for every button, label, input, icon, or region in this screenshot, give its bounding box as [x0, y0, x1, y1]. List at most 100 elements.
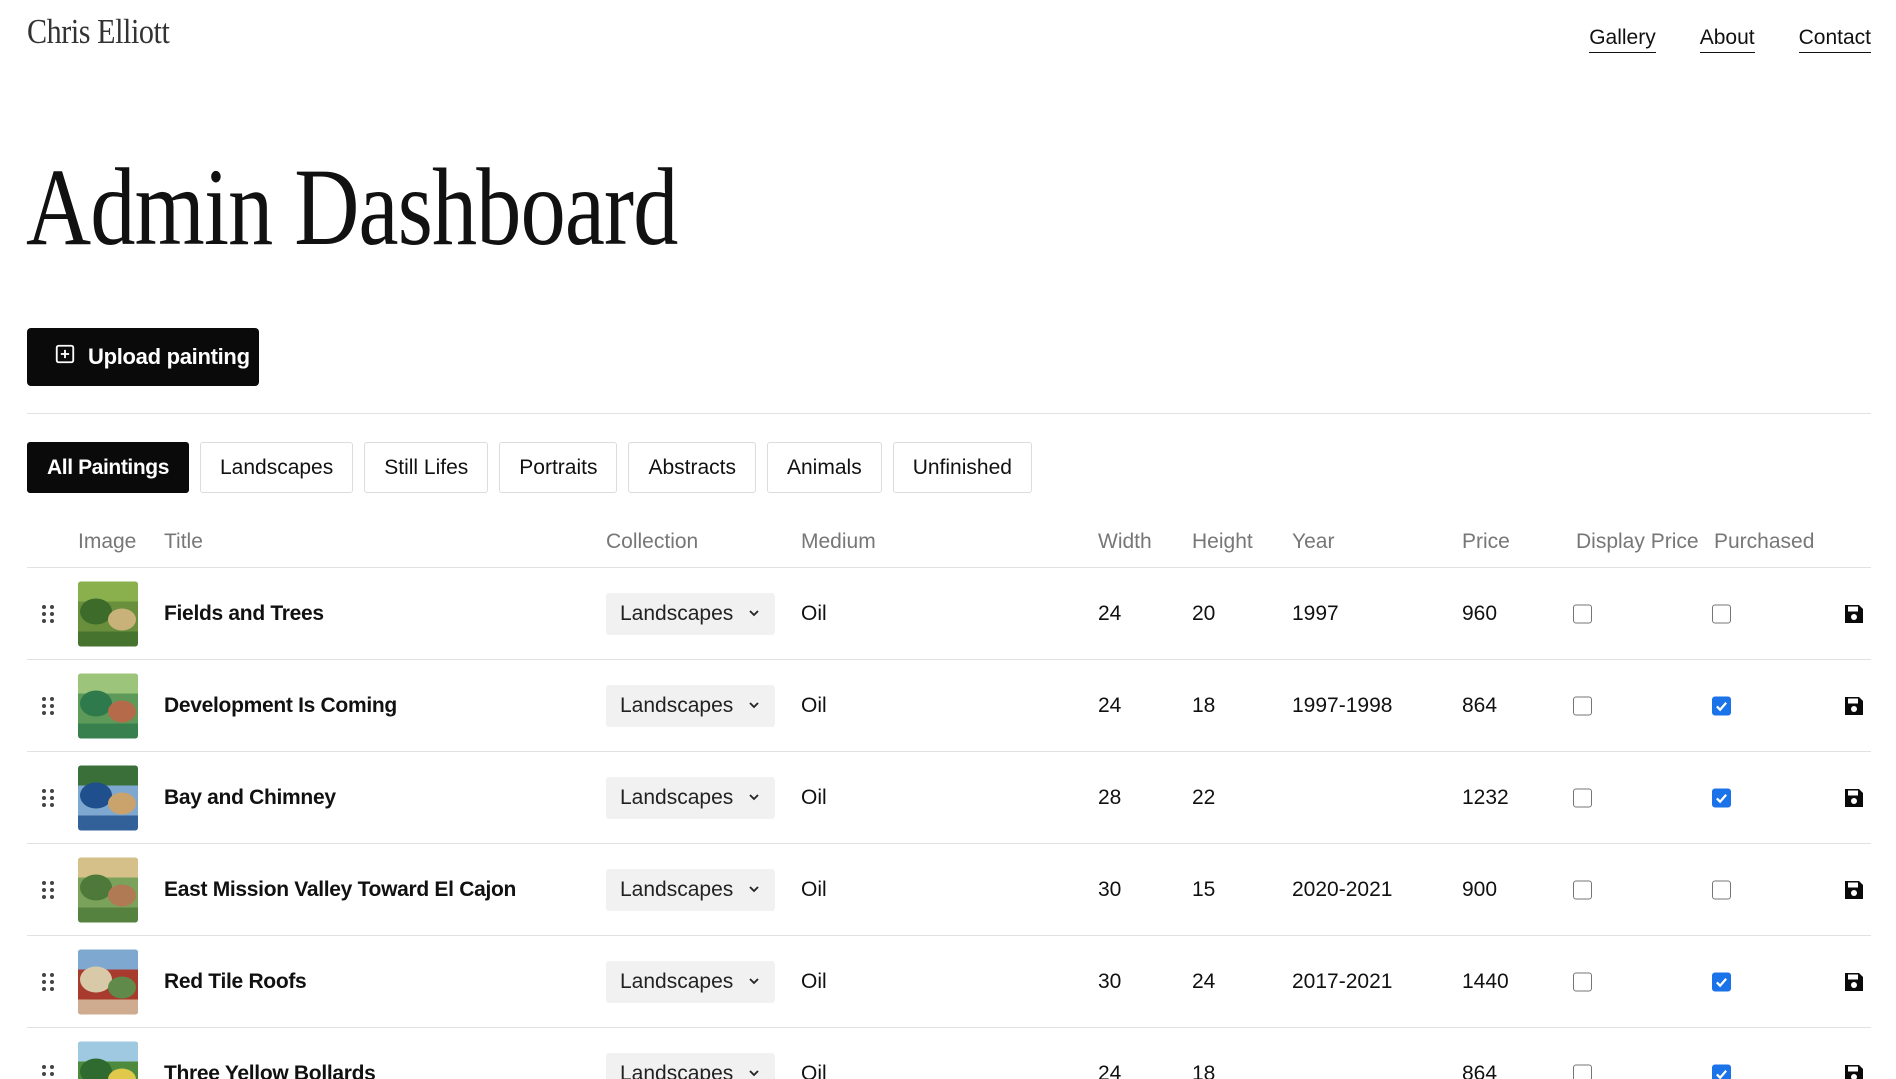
filter-all-paintings[interactable]: All Paintings [27, 442, 189, 493]
column-image[interactable]: Image [78, 530, 136, 554]
filter-abstracts[interactable]: Abstracts [628, 442, 756, 493]
purchased-checkbox[interactable] [1712, 696, 1731, 716]
painting-thumbnail[interactable] [78, 765, 138, 831]
purchased-checkbox[interactable] [1712, 972, 1731, 992]
drag-handle-icon[interactable] [41, 972, 55, 992]
painting-thumbnail[interactable] [78, 857, 138, 923]
save-row-button[interactable] [1843, 971, 1865, 993]
save-row-button[interactable] [1843, 695, 1865, 717]
save-row-button[interactable] [1843, 603, 1865, 625]
drag-handle-icon[interactable] [41, 788, 55, 808]
filter-portraits[interactable]: Portraits [499, 442, 618, 493]
collection-select-value: Landscapes [620, 1062, 734, 1079]
column-year[interactable]: Year [1292, 530, 1334, 554]
painting-width: 24 [1098, 602, 1122, 625]
painting-price: 1232 [1462, 786, 1509, 809]
painting-medium: Oil [801, 602, 827, 625]
painting-thumbnail[interactable] [78, 1041, 138, 1079]
painting-title: Red Tile Roofs [164, 970, 307, 993]
purchased-checkbox[interactable] [1712, 1064, 1731, 1079]
painting-width: 30 [1098, 970, 1122, 993]
column-purchased[interactable]: Purchased [1714, 530, 1814, 554]
collection-select-value: Landscapes [620, 694, 734, 717]
purchased-checkbox[interactable] [1712, 604, 1731, 624]
painting-title: Development Is Coming [164, 694, 397, 717]
chevron-down-icon [747, 786, 761, 810]
painting-medium: Oil [801, 878, 827, 901]
drag-handle-icon[interactable] [41, 604, 55, 624]
painting-year: 1997-1998 [1292, 694, 1393, 717]
column-collection[interactable]: Collection [606, 530, 698, 554]
painting-medium: Oil [801, 694, 827, 717]
filter-still-lifes[interactable]: Still Lifes [364, 442, 489, 493]
drag-handle-icon[interactable] [41, 1064, 55, 1079]
save-row-button[interactable] [1843, 879, 1865, 901]
painting-width: 24 [1098, 694, 1122, 717]
painting-thumbnail[interactable] [78, 581, 138, 647]
nav-contact[interactable]: Contact [1798, 26, 1871, 53]
filter-landscapes[interactable]: Landscapes [199, 442, 354, 493]
purchased-checkbox[interactable] [1712, 788, 1731, 808]
collection-select-value: Landscapes [620, 602, 734, 625]
painting-year: 1997 [1292, 602, 1339, 625]
chevron-down-icon [747, 970, 761, 994]
display-price-checkbox[interactable] [1573, 604, 1592, 624]
table-row: Bay and Chimney Landscapes Oil 28 22 123… [0, 752, 1896, 844]
painting-price: 864 [1462, 1062, 1498, 1079]
filter-animals[interactable]: Animals [767, 442, 882, 493]
display-price-checkbox[interactable] [1573, 880, 1592, 900]
drag-handle-icon[interactable] [41, 880, 55, 900]
column-width[interactable]: Width [1098, 530, 1152, 554]
painting-year: 2020-2021 [1292, 878, 1393, 901]
painting-thumbnail[interactable] [78, 949, 138, 1015]
table-row: East Mission Valley Toward El Cajon Land… [0, 844, 1896, 936]
column-price[interactable]: Price [1462, 530, 1510, 554]
floppy-disk-icon [1845, 1065, 1863, 1079]
column-height[interactable]: Height [1192, 530, 1253, 554]
save-row-button[interactable] [1843, 787, 1865, 809]
admin-page: Chris Elliott Gallery About Contact Admi… [0, 0, 1896, 1079]
site-brand[interactable]: Chris Elliott [27, 12, 170, 52]
painting-thumbnail[interactable] [78, 673, 138, 739]
floppy-disk-icon [1845, 697, 1863, 715]
display-price-checkbox[interactable] [1573, 696, 1592, 716]
collection-select[interactable]: Landscapes [606, 777, 775, 819]
collection-select-value: Landscapes [620, 786, 734, 809]
painting-width: 28 [1098, 786, 1122, 809]
table-row: Development Is Coming Landscapes Oil 24 … [0, 660, 1896, 752]
column-medium[interactable]: Medium [801, 530, 876, 554]
display-price-checkbox[interactable] [1573, 972, 1592, 992]
painting-title: Fields and Trees [164, 602, 324, 625]
table-header: Image Title Collection Medium Width Heig… [0, 526, 1896, 566]
painting-height: 18 [1192, 694, 1216, 717]
upload-painting-button[interactable]: Upload painting [27, 328, 259, 386]
painting-medium: Oil [801, 786, 827, 809]
collection-select[interactable]: Landscapes [606, 593, 775, 635]
floppy-disk-icon [1845, 881, 1863, 899]
collection-filters: All Paintings Landscapes Still Lifes Por… [27, 442, 1032, 493]
painting-price: 900 [1462, 878, 1498, 901]
painting-height: 20 [1192, 602, 1216, 625]
column-display-price[interactable]: Display Price [1576, 530, 1699, 554]
checkmark-icon [1716, 978, 1727, 988]
painting-price: 864 [1462, 694, 1498, 717]
purchased-checkbox[interactable] [1712, 880, 1731, 900]
painting-height: 15 [1192, 878, 1216, 901]
column-title[interactable]: Title [164, 530, 203, 554]
collection-select[interactable]: Landscapes [606, 961, 775, 1003]
display-price-checkbox[interactable] [1573, 1064, 1592, 1079]
section-divider [27, 413, 1871, 414]
nav-about[interactable]: About [1699, 26, 1755, 53]
collection-select[interactable]: Landscapes [606, 869, 775, 911]
save-row-button[interactable] [1843, 1063, 1865, 1079]
table-row: Fields and Trees Landscapes Oil 24 20 19… [0, 568, 1896, 660]
checkmark-icon [1716, 1070, 1727, 1079]
filter-unfinished[interactable]: Unfinished [892, 442, 1032, 493]
collection-select[interactable]: Landscapes [606, 1053, 775, 1079]
drag-handle-icon[interactable] [41, 696, 55, 716]
collection-select[interactable]: Landscapes [606, 685, 775, 727]
collection-select-value: Landscapes [620, 878, 734, 901]
painting-title: East Mission Valley Toward El Cajon [164, 878, 517, 901]
display-price-checkbox[interactable] [1573, 788, 1592, 808]
nav-gallery[interactable]: Gallery [1589, 26, 1656, 53]
